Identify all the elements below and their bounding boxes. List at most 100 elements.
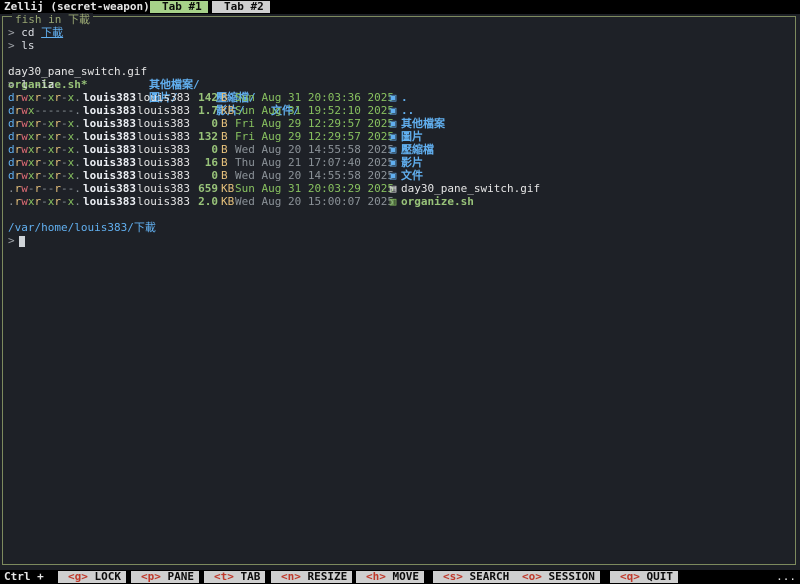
- file-size-unit: B: [221, 143, 228, 156]
- owner-user: louis383: [83, 104, 136, 117]
- file-size-unit: KB: [221, 104, 235, 117]
- image-file-icon: ▤: [389, 182, 397, 195]
- modified-date: Fri Aug 29 12:29:57 2025: [235, 130, 394, 143]
- file-name[interactable]: 其他檔案: [401, 117, 445, 130]
- owner-user: louis383: [83, 182, 136, 195]
- file-size: 132: [198, 130, 218, 143]
- modified-date: Wed Aug 20 14:55:58 2025: [235, 169, 394, 182]
- prompt-symbol: >: [8, 78, 15, 91]
- keybinding-tab[interactable]: <t> TAB: [204, 570, 266, 583]
- tab-1[interactable]: Tab #1: [150, 1, 208, 13]
- prompt-symbol: >: [8, 26, 15, 39]
- terminal-input-line[interactable]: >: [8, 234, 25, 247]
- ctrl-modifier-label: Ctrl +: [4, 570, 44, 583]
- owner-user: louis383: [83, 91, 136, 104]
- ls-output-row: organize.sh* 圖片/ 影片/: [8, 65, 245, 117]
- prompt-symbol: >: [8, 39, 15, 52]
- file-size-unit: B: [221, 169, 228, 182]
- file-name[interactable]: .: [401, 91, 408, 104]
- key-hint: <o>: [522, 570, 542, 583]
- key-label: SEARCH: [462, 570, 510, 583]
- file-size: 0: [211, 143, 218, 156]
- path-argument[interactable]: 下載: [41, 26, 63, 39]
- folder-icon: ▣: [389, 156, 397, 169]
- file-size: 0: [211, 117, 218, 130]
- keybinding-lock[interactable]: <g> LOCK: [58, 571, 126, 583]
- owner-user: louis383: [83, 156, 136, 169]
- folder-icon: ▣: [389, 104, 397, 117]
- keybinding-move[interactable]: <h> MOVE: [356, 571, 424, 583]
- permissions: drwxr-xr-x.: [8, 156, 81, 169]
- file-name[interactable]: 影片: [401, 156, 423, 169]
- folder-icon: ▣: [389, 169, 397, 182]
- prompt-symbol: >: [8, 234, 15, 247]
- key-label: LOCK: [87, 570, 121, 583]
- folder-icon: ▣: [389, 117, 397, 130]
- file-size-unit: KB: [221, 182, 235, 195]
- owner-group: louis383: [137, 130, 190, 143]
- owner-group: louis383: [137, 182, 190, 195]
- session-title: Zellij (secret-weapon): [4, 0, 150, 13]
- script-file-icon: ▥: [389, 195, 397, 208]
- owner-user: louis383: [83, 143, 136, 156]
- modified-date: Wed Aug 20 15:00:07 2025: [235, 195, 394, 208]
- folder-icon: ▣: [389, 143, 397, 156]
- owner-group: louis383: [137, 117, 190, 130]
- file-name[interactable]: 文件: [401, 169, 423, 182]
- ls-output-row: day30_pane_switch.gif 其他檔案/ 壓縮檔/ 文件/: [8, 52, 300, 117]
- terminal-line: > cd 下載: [8, 26, 63, 39]
- key-hint: <n>: [281, 570, 301, 583]
- pane-title: fish in 下載: [12, 13, 93, 26]
- permissions: .rwxr-xr-x.: [8, 195, 81, 208]
- modified-date: Sun Aug 31 20:03:29 2025: [235, 182, 394, 195]
- keybinding-pane[interactable]: <p> PANE: [131, 571, 199, 583]
- keybinding-resize[interactable]: <n> RESIZE: [271, 570, 353, 583]
- text-cursor: [18, 235, 25, 247]
- file-name[interactable]: day30_pane_switch.gif: [401, 182, 540, 195]
- owner-group: louis383: [137, 104, 190, 117]
- key-hint: <g>: [68, 570, 88, 583]
- file-size: 16: [204, 156, 218, 169]
- file-size-unit: B: [221, 156, 228, 169]
- modified-date: Wed Aug 20 14:55:58 2025: [235, 143, 394, 156]
- status-bar: Ctrl + <g> LOCK <p> PANE <t> TAB <n> RESIZE…: [0, 570, 800, 584]
- ls-entry: 其他檔案/: [149, 78, 200, 91]
- ls-entry: day30_pane_switch.gif: [8, 65, 148, 78]
- current-directory: /var/home/louis383/下載: [8, 221, 156, 234]
- tab-2-label: Tab #2: [224, 0, 264, 13]
- tab-1-label: Tab #1: [162, 0, 202, 13]
- terminal-line: > ls: [8, 39, 35, 52]
- keybinding-quit[interactable]: <q> QUIT: [610, 571, 678, 583]
- file-name[interactable]: organize.sh: [401, 195, 474, 208]
- file-name[interactable]: 圖片: [401, 130, 423, 143]
- keybinding-search[interactable]: <s> SEARCH: [433, 570, 515, 583]
- owner-group: louis383: [137, 91, 190, 104]
- tab-2[interactable]: Tab #2: [212, 1, 270, 13]
- owner-user: louis383: [83, 195, 136, 208]
- file-name[interactable]: ..: [401, 104, 414, 117]
- file-size: 2.0: [198, 195, 218, 208]
- key-hint: <q>: [620, 570, 640, 583]
- command-text: ls: [21, 39, 35, 52]
- key-hint: <p>: [141, 570, 161, 583]
- file-name[interactable]: 壓縮檔: [401, 143, 434, 156]
- overflow-indicator: ...: [776, 570, 796, 583]
- file-size-unit: B: [221, 130, 228, 143]
- key-label: TAB: [233, 570, 261, 583]
- file-size: 0: [211, 169, 218, 182]
- command-text: cd: [21, 26, 35, 39]
- command-text: l -la: [21, 78, 55, 91]
- key-label: SESSION: [541, 570, 595, 583]
- key-label: RESIZE: [300, 570, 348, 583]
- folder-icon: ▣: [389, 130, 397, 143]
- permissions: drwxr-xr-x.: [8, 130, 81, 143]
- modified-date: Sun Aug 31 19:52:10 2025: [235, 104, 394, 117]
- modified-date: Fri Aug 29 12:29:57 2025: [235, 117, 394, 130]
- owner-user: louis383: [83, 169, 136, 182]
- key-hint: <s>: [443, 570, 463, 583]
- key-label: PANE: [160, 570, 194, 583]
- permissions: .rw-r--r--.: [8, 182, 81, 195]
- tab-bar: Zellij (secret-weapon) Tab #1 Tab #2: [0, 0, 800, 14]
- keybinding-session[interactable]: <o> SESSION: [512, 571, 600, 583]
- permissions: drwxr-xr-x.: [8, 117, 81, 130]
